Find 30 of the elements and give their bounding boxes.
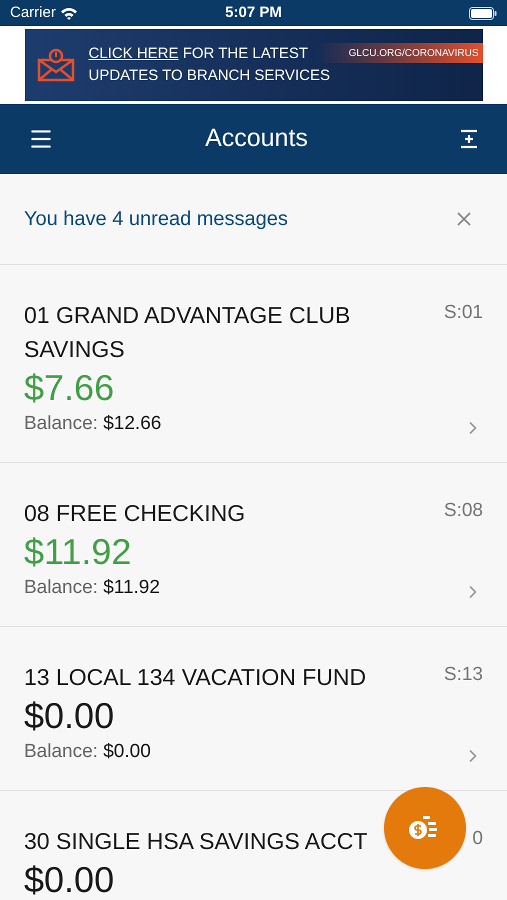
- battery-icon: [469, 6, 498, 20]
- balance-text: Balance: $0.00: [24, 740, 151, 764]
- account-code: S:08: [444, 499, 483, 523]
- account-row[interactable]: 01 GRAND ADVANTAGE CLUB SAVINGS $7.66 Balance: $12.66 S:01: [0, 265, 507, 463]
- banner-url: GLCU.ORG/CORONAVIRUS: [318, 43, 482, 63]
- balance-text: Balance: $11.92: [24, 576, 160, 600]
- account-name: 01 GRAND ADVANTAGE CLUB SAVINGS: [24, 301, 352, 364]
- announcement-banner[interactable]: CLICK HERE FOR THE LATEST UPDATES TO BRANCH SERVICES GLCU.ORG/CORONAVIRUS: [24, 29, 482, 101]
- account-code: S:01: [444, 301, 483, 325]
- available-amount: $7.66: [24, 366, 114, 410]
- account-code: 0: [472, 827, 483, 851]
- expand-icon[interactable]: [459, 129, 479, 149]
- banner-text: CLICK HERE FOR THE LATEST: [88, 44, 309, 64]
- account-row[interactable]: 08 FREE CHECKING $11.92 Balance: $11.92 S:08: [0, 463, 507, 627]
- account-code: S:13: [444, 663, 483, 687]
- unread-messages-link[interactable]: You have 4 unread messages: [24, 204, 453, 234]
- account-name: 08 FREE CHECKING: [24, 499, 246, 528]
- carrier-text: Carrier: [10, 2, 56, 23]
- account-name: 30 SINGLE HSA SAVINGS ACCT: [24, 827, 368, 856]
- account-name: 13 LOCAL 134 VACATION FUND: [24, 663, 368, 692]
- available-amount: $0.00: [24, 858, 114, 900]
- available-amount: $11.92: [24, 530, 132, 574]
- envelope-alert-icon: [36, 48, 74, 82]
- available-amount: $0.00: [24, 694, 114, 738]
- wifi-icon: [60, 6, 78, 20]
- click-here-link[interactable]: CLICK HERE: [88, 45, 179, 62]
- clock-text: 5:07 PM: [225, 2, 282, 23]
- balance-text: Balance: $12.66: [24, 412, 162, 436]
- banner-text: UPDATES TO BRANCH SERVICES: [88, 66, 330, 86]
- header-title: Accounts: [204, 123, 309, 154]
